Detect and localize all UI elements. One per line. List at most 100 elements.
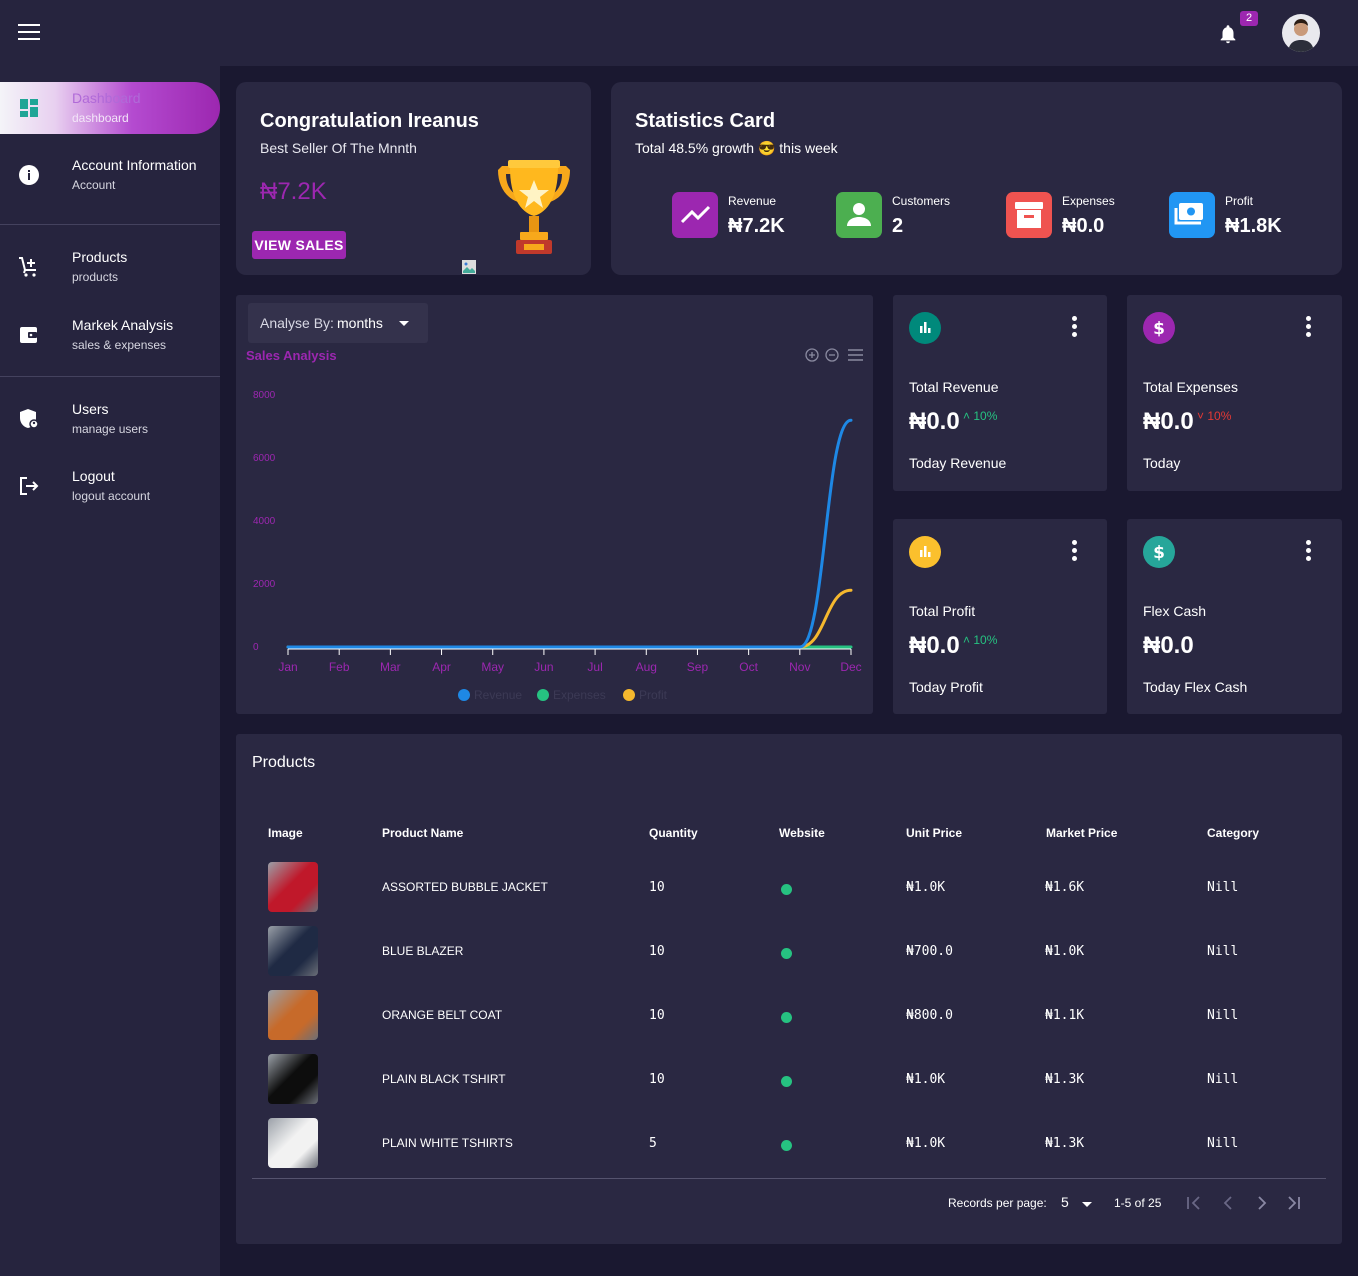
previous-page-icon[interactable]	[1223, 1196, 1232, 1210]
product-name: ORANGE BELT COAT	[382, 1008, 503, 1022]
svg-text:$: $	[1153, 319, 1165, 339]
zoom-out-icon[interactable]	[825, 348, 839, 362]
congratulation-card: Congratulation Ireanus Best Seller Of Th…	[236, 82, 591, 275]
product-quantity: 5	[649, 1136, 657, 1151]
statistics-card: Statistics Card Total 48.5% growth 😎 thi…	[611, 82, 1342, 275]
sidebar-item-products[interactable]: Products products	[0, 241, 220, 293]
y-tick-label: 8000	[253, 390, 276, 401]
card-value: ₦0.0	[1143, 408, 1194, 435]
sidebar-item-label: Logout	[72, 468, 115, 484]
records-per-page-label: Records per page:	[948, 1196, 1047, 1210]
sidebar-item-label: Products	[72, 249, 128, 265]
card-value: ₦0.0	[909, 632, 960, 659]
sidebar-divider	[0, 376, 220, 377]
column-header[interactable]: Market Price	[1046, 826, 1117, 840]
user-avatar[interactable]	[1282, 14, 1320, 52]
trend-percent: 10%	[973, 633, 998, 647]
menu-icon[interactable]	[18, 24, 40, 42]
x-tick-label: Jul	[587, 660, 602, 674]
view-sales-button[interactable]: VIEW SALES	[252, 231, 346, 259]
records-per-page-select[interactable]: 5	[1061, 1194, 1069, 1210]
last-page-icon[interactable]	[1288, 1196, 1300, 1210]
table-row[interactable]: ASSORTED BUBBLE JACKET 10 ₦1.0K ₦1.6K Nill	[252, 858, 1326, 922]
sidebar-item-sublabel: Account	[72, 178, 116, 192]
sidebar-item-label: Users	[72, 401, 109, 417]
product-unit-price: ₦1.0K	[906, 880, 946, 895]
column-header[interactable]: Category	[1207, 826, 1259, 840]
table-row[interactable]: BLUE BLAZER 10 ₦700.0 ₦1.0K Nill	[252, 922, 1326, 986]
chart-title: Sales Analysis	[246, 348, 337, 363]
column-header: Image	[268, 826, 303, 840]
product-unit-price: ₦1.0K	[906, 1072, 946, 1087]
stat-label: Customers	[892, 194, 951, 208]
statistics-title: Statistics Card	[635, 110, 776, 132]
series-line-revenue	[286, 418, 853, 649]
legend-marker	[537, 689, 549, 701]
dropdown-caret-icon	[399, 321, 409, 326]
card-value: ₦0.0	[1143, 632, 1194, 659]
product-thumbnail	[268, 990, 318, 1040]
x-tick-label: Sep	[687, 660, 709, 674]
more-options-icon[interactable]	[1072, 540, 1078, 564]
y-tick-label: 0	[253, 642, 259, 653]
x-tick-label: Aug	[636, 660, 657, 674]
next-page-icon[interactable]	[1258, 1196, 1267, 1210]
x-tick-label: Mar	[380, 660, 401, 674]
sidebar-item-market-analysis[interactable]: Markek Analysis sales & expenses	[0, 309, 220, 361]
card-sublabel: Today Revenue	[909, 455, 1007, 471]
trophy-icon	[498, 160, 570, 254]
product-market-price: ₦1.0K	[1045, 944, 1085, 959]
sidebar-item-account[interactable]: Account Information Account	[0, 149, 220, 201]
stat-label: Profit	[1225, 194, 1254, 208]
dropdown-caret-icon[interactable]	[1082, 1202, 1092, 1207]
zoom-in-icon[interactable]	[805, 348, 819, 362]
check-circle-icon	[781, 948, 792, 959]
notification-bell-icon[interactable]	[1217, 22, 1239, 46]
more-options-icon[interactable]	[1306, 316, 1312, 340]
sidebar-item-users[interactable]: Users manage users	[0, 393, 220, 445]
y-tick-label: 4000	[253, 516, 276, 527]
product-name: PLAIN WHITE TSHIRTS	[382, 1136, 513, 1150]
legend-label: Expenses	[553, 688, 606, 702]
column-header[interactable]: Unit Price	[906, 826, 962, 840]
x-tick-label: Nov	[789, 660, 810, 674]
card-label: Total Profit	[909, 603, 976, 619]
check-circle-icon	[781, 1076, 792, 1087]
column-header[interactable]: Website	[779, 826, 825, 840]
dashboard-icon	[20, 99, 38, 117]
money-icon	[1169, 192, 1215, 238]
first-page-icon[interactable]	[1187, 1196, 1200, 1210]
analyse-by-select[interactable]: Analyse By: months	[248, 303, 428, 343]
chart-menu-icon[interactable]	[848, 349, 863, 361]
chevron-up-icon: ˄	[963, 409, 971, 423]
trend-down-indicator: ˅ 10%	[1197, 409, 1231, 423]
sidebar-item-label: Markek Analysis	[72, 317, 174, 333]
statistics-subtitle: Total 48.5% growth 😎 this week	[635, 140, 838, 157]
chevron-down-icon: ˅	[1197, 409, 1205, 423]
cart-add-icon	[19, 257, 36, 277]
sidebar-item-dashboard[interactable]: Dashboard dashboard	[0, 82, 220, 134]
more-options-icon[interactable]	[1072, 316, 1078, 340]
svg-text:$: $	[1153, 543, 1165, 563]
table-divider	[252, 1178, 1326, 1179]
table-row[interactable]: PLAIN WHITE TSHIRTS 5 ₦1.0K ₦1.3K Nill	[252, 1114, 1326, 1178]
product-category: Nill	[1207, 944, 1239, 959]
sidebar-item-logout[interactable]: Logout logout account	[0, 460, 220, 512]
total-expenses-card: $ Total Expenses ₦0.0 ˅ 10% Today	[1127, 295, 1342, 491]
table-row[interactable]: PLAIN BLACK TSHIRT 10 ₦1.0K ₦1.3K Nill	[252, 1050, 1326, 1114]
period-text: this week	[779, 140, 838, 156]
more-options-icon[interactable]	[1306, 540, 1312, 564]
table-row[interactable]: ORANGE BELT COAT 10 ₦800.0 ₦1.1K Nill	[252, 986, 1326, 1050]
info-icon	[19, 165, 39, 185]
product-market-price: ₦1.3K	[1045, 1136, 1085, 1151]
total-profit-card: Total Profit ₦0.0 ˄ 10% Today Profit	[893, 519, 1107, 714]
product-thumbnail	[268, 926, 318, 976]
column-header[interactable]: Product Name	[382, 826, 463, 840]
products-card: Products Image Product Name Quantity Web…	[236, 734, 1342, 1244]
product-category: Nill	[1207, 1072, 1239, 1087]
card-label: Flex Cash	[1143, 603, 1207, 619]
product-unit-price: ₦700.0	[906, 944, 953, 959]
trend-up-indicator: ˄ 10%	[963, 633, 997, 647]
column-header[interactable]: Quantity	[649, 826, 698, 840]
sidebar-item-label: Dashboard	[72, 90, 141, 106]
